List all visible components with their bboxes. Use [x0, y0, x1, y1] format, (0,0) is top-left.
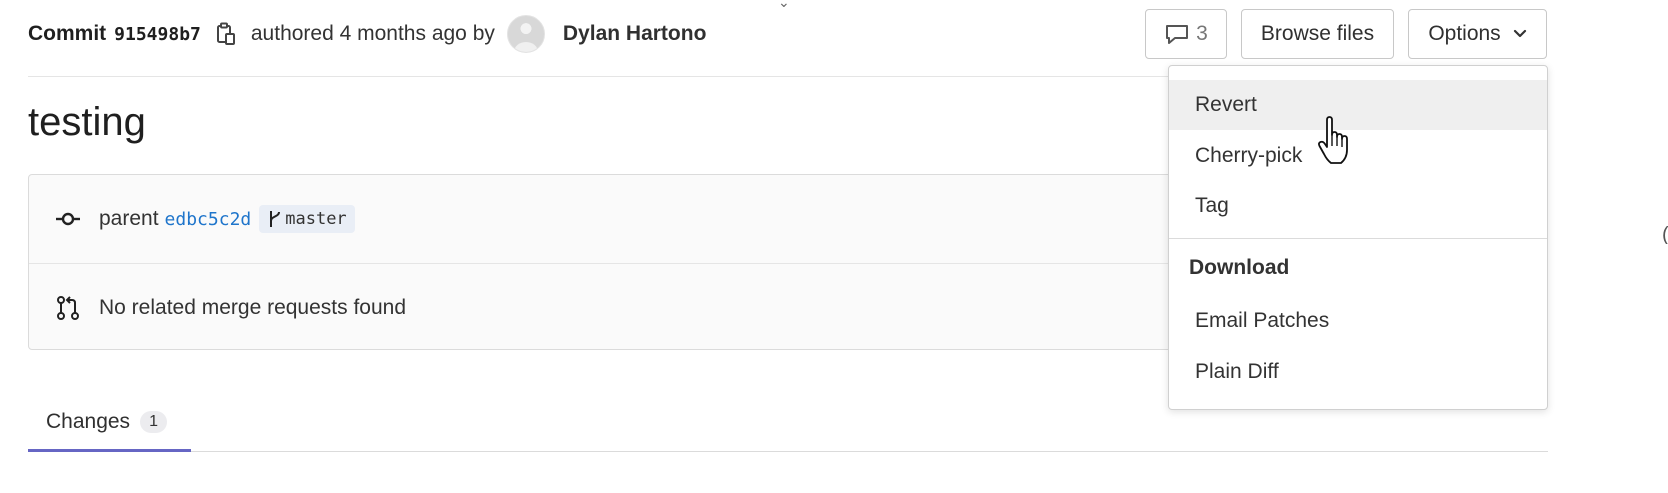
- branch-icon: [270, 211, 281, 227]
- browse-files-button[interactable]: Browse files: [1241, 9, 1394, 59]
- parent-sha-link[interactable]: edbc5c2d: [165, 209, 252, 230]
- comment-icon: [1166, 25, 1189, 44]
- commit-icon: [55, 206, 81, 232]
- menu-item-label: Plain Diff: [1195, 360, 1279, 383]
- avatar[interactable]: [506, 15, 545, 53]
- edge-clipped-glyph: (: [1662, 224, 1668, 244]
- parent-row: parent edbc5c2d master: [29, 175, 1207, 264]
- author-name-link[interactable]: Dylan Hartono: [563, 22, 707, 46]
- commit-info-box: parent edbc5c2d master No related merge …: [28, 174, 1208, 350]
- menu-item-revert[interactable]: Revert: [1169, 80, 1547, 130]
- tab-changes-count: 1: [140, 410, 167, 433]
- tab-changes[interactable]: Changes 1: [28, 394, 191, 452]
- tab-changes-label: Changes: [46, 409, 131, 433]
- merge-requests-row: No related merge requests found: [29, 264, 1207, 352]
- options-dropdown-button[interactable]: Options: [1408, 9, 1547, 59]
- menu-item-cherry-pick[interactable]: Cherry-pick: [1169, 131, 1547, 181]
- branch-badge[interactable]: master: [259, 205, 355, 233]
- menu-item-email-patches[interactable]: Email Patches: [1169, 296, 1547, 346]
- parent-label: parent: [99, 207, 159, 230]
- commit-label: Commit: [28, 22, 107, 45]
- menu-item-label: Revert: [1195, 93, 1257, 116]
- chevron-down-icon: [1513, 29, 1527, 39]
- menu-section-download: Download: [1189, 256, 1290, 279]
- options-label: Options: [1428, 22, 1501, 45]
- menu-item-label: Email Patches: [1195, 309, 1330, 332]
- menu-item-tag[interactable]: Tag: [1169, 181, 1547, 231]
- comments-button[interactable]: 3: [1145, 9, 1227, 59]
- commit-title: testing: [28, 100, 146, 144]
- copy-icon[interactable]: [215, 22, 237, 46]
- menu-item-label: Cherry-pick: [1195, 144, 1303, 167]
- commit-header: Commit 915498b7 authored 4 months ago by…: [28, 14, 706, 54]
- commit-page: ⌄ Commit 915498b7 authored 4 months ago …: [0, 0, 1668, 493]
- truncated-top-glyph: ⌄: [778, 0, 790, 10]
- merge-requests-text: No related merge requests found: [99, 296, 407, 319]
- menu-item-plain-diff[interactable]: Plain Diff: [1169, 347, 1547, 397]
- authored-text: authored 4 months ago by: [250, 22, 495, 45]
- tabs-divider: [28, 451, 1548, 452]
- options-dropdown-menu: Revert Cherry-pick Tag Download Email Pa…: [1168, 65, 1548, 410]
- commit-sha: 915498b7: [114, 23, 201, 45]
- browse-files-label: Browse files: [1260, 22, 1375, 45]
- comments-count: 3: [1196, 22, 1208, 45]
- merge-request-icon: [55, 295, 81, 321]
- menu-divider: [1169, 238, 1547, 239]
- menu-item-label: Tag: [1195, 194, 1229, 217]
- branch-name: master: [285, 209, 347, 229]
